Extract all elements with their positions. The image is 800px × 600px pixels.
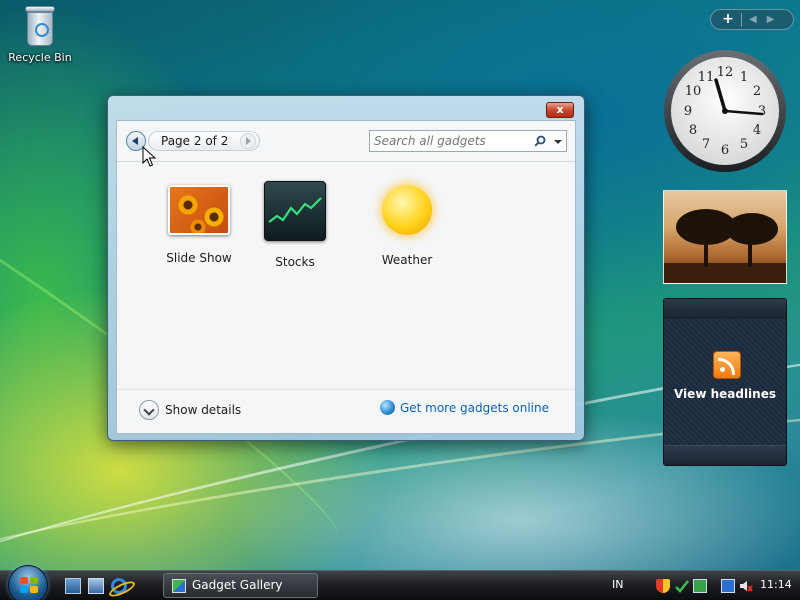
search-dropdown-arrow-icon[interactable] — [554, 140, 562, 144]
clock-number: 2 — [753, 84, 761, 99]
gallery-content: Page 2 of 2 Slide Show Stocks — [116, 120, 576, 434]
clock-number: 5 — [740, 137, 748, 152]
recycle-bin-label: Recycle Bin — [8, 51, 72, 64]
security-shield-icon[interactable] — [656, 579, 670, 593]
desktop-icon-recycle-bin[interactable]: Recycle Bin — [6, 4, 74, 64]
clock-number: 8 — [689, 123, 697, 138]
start-button[interactable] — [8, 565, 48, 600]
slideshow-thumbnail-icon — [168, 185, 230, 235]
sidebar-prev-icon[interactable]: ◀ — [749, 14, 767, 25]
search-input[interactable] — [374, 133, 524, 149]
gadget-gallery-window: x Page 2 of 2 Slide Show S — [107, 95, 585, 441]
clock-number: 3 — [758, 104, 766, 119]
slideshow-gadget[interactable] — [663, 190, 787, 284]
globe-icon — [379, 400, 395, 415]
feed-headlines-gadget[interactable]: View headlines — [663, 298, 787, 466]
sidebar-controls-divider — [741, 13, 742, 27]
gallery-footer: Show details Get more gadgets online — [117, 389, 575, 433]
stocks-thumbnail-icon — [264, 181, 326, 241]
taskbar-item-label: Gadget Gallery — [192, 578, 283, 592]
gadget-label: Slide Show — [166, 251, 232, 265]
network-icon[interactable] — [721, 579, 735, 593]
clock-number: 4 — [753, 123, 761, 138]
show-desktop-icon[interactable] — [65, 578, 81, 594]
get-more-gadgets-label[interactable]: Get more gadgets online — [400, 401, 549, 415]
feed-header-bar — [664, 299, 786, 319]
language-indicator[interactable]: IN — [612, 578, 623, 591]
mouse-cursor-icon — [142, 146, 156, 167]
taskbar: Gadget Gallery IN 11:14 — [0, 565, 800, 600]
feed-footer-bar — [664, 445, 786, 465]
taskbar-clock[interactable]: 11:14 — [760, 578, 792, 591]
sidebar-next-icon[interactable]: ▶ — [767, 14, 785, 25]
clock-number: 10 — [685, 84, 702, 99]
internet-explorer-icon[interactable] — [111, 578, 127, 594]
add-gadget-button[interactable]: + — [717, 10, 739, 29]
clock-number: 6 — [721, 143, 729, 158]
clock-number: 9 — [684, 104, 692, 119]
weather-sun-icon — [376, 185, 438, 237]
taskbar-item-gadget-gallery[interactable]: Gadget Gallery — [163, 573, 318, 598]
gadget-gallery-icon — [172, 579, 186, 593]
tree-photo-icon — [664, 209, 786, 283]
clock-number: 12 — [717, 65, 734, 80]
search-icon[interactable] — [534, 135, 546, 147]
gadget-label: Stocks — [275, 255, 315, 269]
clock-gadget[interactable]: 12 1 2 3 4 5 6 7 8 9 10 11 — [662, 48, 788, 174]
gadget-label: Weather — [381, 253, 433, 267]
clock-number: 11 — [698, 70, 715, 85]
sidebar-controls: + ◀▶ — [710, 9, 794, 30]
gadget-weather[interactable]: Weather — [362, 181, 452, 267]
checkmark-icon[interactable] — [675, 579, 689, 593]
view-headlines-label[interactable]: View headlines — [664, 387, 786, 401]
close-button[interactable]: x — [546, 102, 574, 118]
clock-number: 7 — [702, 137, 710, 152]
clock-number: 1 — [740, 70, 748, 85]
sidebar-tray-icon[interactable] — [693, 579, 707, 593]
gadget-slide-show[interactable]: Slide Show — [154, 181, 244, 265]
next-page-button[interactable] — [240, 133, 256, 149]
toolbar-divider — [117, 161, 575, 162]
sidebar-page-arrows[interactable]: ◀▶ — [749, 11, 784, 29]
show-details-label[interactable]: Show details — [165, 403, 241, 417]
switch-windows-icon[interactable] — [88, 578, 104, 594]
gadget-stocks[interactable]: Stocks — [250, 181, 340, 269]
chevron-down-icon[interactable] — [139, 400, 159, 420]
windows-logo-icon — [20, 577, 38, 593]
search-box[interactable] — [369, 130, 567, 152]
volume-muted-icon[interactable] — [739, 579, 753, 593]
rss-icon — [713, 351, 741, 379]
recycle-bin-icon — [23, 4, 57, 48]
get-more-gadgets-link[interactable]: Get more gadgets online — [379, 400, 549, 415]
